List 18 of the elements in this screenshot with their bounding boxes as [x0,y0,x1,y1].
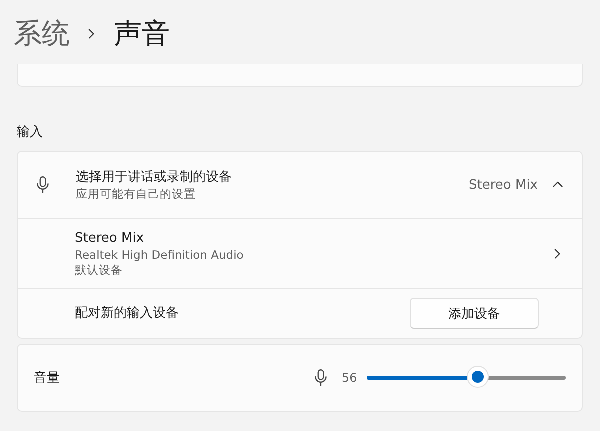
pair-label: 配对新的输入设备 [75,304,179,322]
device-selector[interactable]: 选择用于讲话或录制的设备 应用可能有自己的设置 Stereo Mix [18,152,582,218]
selected-device: Stereo Mix [468,178,538,192]
volume-reading: 56 [342,371,358,385]
breadcrumb-item: 声音 [114,16,170,52]
add-device-button[interactable]: 添加设备 [410,298,539,329]
selector-title: 选择用于讲话或录制的设备 [76,168,233,186]
microphone-icon [314,368,328,388]
device-name: Stereo Mix [75,230,146,248]
volume-slider[interactable] [367,367,566,389]
device-driver: Realtek High Definition Audio [75,248,245,262]
device-status: 默认设备 [75,262,124,278]
section-title: 输入 [17,124,43,141]
selector-subtitle: 应用可能有自己的设置 [76,186,197,202]
breadcrumb-item[interactable]: 系统 [14,15,70,53]
device-item[interactable]: Stereo Mix Realtek High Definition Audio 默认设备 [18,218,582,288]
slider-thumb[interactable] [467,366,490,388]
volume-label: 音量 [34,370,61,387]
